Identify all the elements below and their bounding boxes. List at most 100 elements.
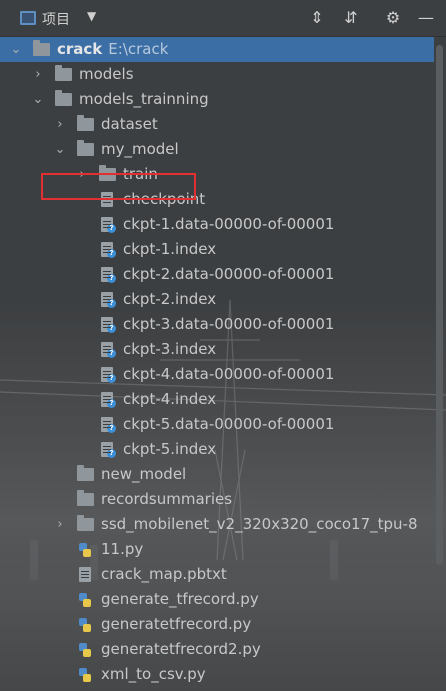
tree-row[interactable]: ? ckpt-3.index xyxy=(0,337,430,362)
unknown-file-icon: ? xyxy=(101,267,116,283)
tree-row[interactable]: recordsummaries xyxy=(0,487,430,512)
folder-icon xyxy=(77,490,94,506)
tree-row[interactable]: ? ckpt-4.index xyxy=(0,387,430,412)
tree-row[interactable]: ⌄ models_trainning xyxy=(0,87,430,112)
tree-row[interactable]: new_model xyxy=(0,462,430,487)
tree-row[interactable]: ? ckpt-4.data-00000-of-00001 xyxy=(0,362,430,387)
minimize-icon[interactable]: — xyxy=(416,8,436,28)
tree-item-label: ckpt-1.data-00000-of-00001 xyxy=(123,215,335,233)
tree-row[interactable]: › models xyxy=(0,62,430,87)
tree-item-label: recordsummaries xyxy=(101,490,233,508)
tree-row[interactable]: ? ckpt-2.data-00000-of-00001 xyxy=(0,262,430,287)
tree-item-label: my_model xyxy=(101,140,179,158)
tree-item-label: crack_map.pbtxt xyxy=(101,565,227,583)
tree-item-label: ckpt-5.index xyxy=(123,440,217,458)
project-tool-window: 项目 ▼ ⇕ ⇵ ⚙ — ⌄ crack E:\crack › models ⌄ mod… xyxy=(0,0,446,691)
unknown-file-icon: ? xyxy=(101,392,116,408)
tree-row[interactable]: ? ckpt-1.index xyxy=(0,237,430,262)
python-file-icon xyxy=(79,618,91,632)
tree-item-label: generatetfrecord2.py xyxy=(101,640,261,658)
tree-item-label: ckpt-3.index xyxy=(123,340,217,358)
text-file-icon xyxy=(79,567,91,582)
project-view-icon xyxy=(20,11,36,25)
question-badge-icon: ? xyxy=(107,324,116,333)
unknown-file-icon: ? xyxy=(101,217,116,233)
unknown-file-icon: ? xyxy=(101,342,116,358)
tree-item-label: ckpt-5.data-00000-of-00001 xyxy=(123,415,335,433)
question-badge-icon: ? xyxy=(107,449,116,458)
folder-icon xyxy=(77,515,94,531)
project-tree: ⌄ crack E:\crack › models ⌄ models_trainning… xyxy=(0,37,446,691)
unknown-file-icon: ? xyxy=(101,442,116,458)
tree-item-label: generate_tfrecord.py xyxy=(101,590,259,608)
tree-item-label: dataset xyxy=(101,115,158,133)
python-file-icon xyxy=(79,643,91,657)
chevron-right-icon[interactable]: › xyxy=(54,112,66,137)
tree-row[interactable]: generate_tfrecord.py xyxy=(0,587,430,612)
collapse-all-icon[interactable]: ⇵ xyxy=(341,8,361,28)
chevron-down-icon[interactable]: ⌄ xyxy=(54,137,66,162)
unknown-file-icon: ? xyxy=(101,292,116,308)
tree-item-label: models_trainning xyxy=(79,90,209,108)
tree-row[interactable]: generatetfrecord2.py xyxy=(0,637,430,662)
tree-item-label: models xyxy=(79,65,134,83)
tree-item-label: ckpt-4.data-00000-of-00001 xyxy=(123,365,335,383)
annotation-highlight-box xyxy=(41,173,196,200)
chevron-right-icon[interactable]: › xyxy=(54,512,66,537)
chevron-down-icon[interactable]: ⌄ xyxy=(32,87,44,112)
tree-row[interactable]: 11.py xyxy=(0,537,430,562)
unknown-file-icon: ? xyxy=(101,367,116,383)
tree-item-label: xml_to_csv.py xyxy=(101,665,206,683)
question-badge-icon: ? xyxy=(107,374,116,383)
tree-row[interactable]: ? ckpt-5.data-00000-of-00001 xyxy=(0,412,430,437)
tree-row[interactable]: generatetfrecord.py xyxy=(0,612,430,637)
folder-icon xyxy=(55,65,72,81)
tree-row[interactable]: ? ckpt-3.data-00000-of-00001 xyxy=(0,312,430,337)
unknown-file-icon: ? xyxy=(101,417,116,433)
tree-row[interactable]: crack_map.pbtxt xyxy=(0,562,430,587)
tree-item-label: ckpt-1.index xyxy=(123,240,217,258)
tree-item-label: ckpt-2.data-00000-of-00001 xyxy=(123,265,335,283)
tree-row[interactable]: ? ckpt-1.data-00000-of-00001 xyxy=(0,212,430,237)
tree-row[interactable]: › dataset xyxy=(0,112,430,137)
folder-icon xyxy=(77,115,94,131)
question-badge-icon: ? xyxy=(107,299,116,308)
tree-row[interactable]: ? ckpt-2.index xyxy=(0,287,430,312)
gear-icon[interactable]: ⚙ xyxy=(383,8,403,28)
tree-item-label: ssd_mobilenet_v2_320x320_coco17_tpu-8 xyxy=(101,515,418,533)
tree-row[interactable]: xml_to_csv.py xyxy=(0,662,430,687)
tree-item-label: ckpt-2.index xyxy=(123,290,217,308)
folder-icon xyxy=(77,465,94,481)
tree-item-label: 11.py xyxy=(101,540,144,558)
tree-item-label: generatetfrecord.py xyxy=(101,615,252,633)
python-file-icon xyxy=(79,593,91,607)
python-file-icon xyxy=(79,543,91,557)
unknown-file-icon: ? xyxy=(101,242,116,258)
tree-item-label: new_model xyxy=(101,465,187,483)
folder-icon xyxy=(55,90,72,106)
question-badge-icon: ? xyxy=(107,249,116,258)
folder-icon xyxy=(33,40,50,56)
view-mode-label[interactable]: 项目 xyxy=(42,9,70,29)
unknown-file-icon: ? xyxy=(101,317,116,333)
vertical-scrollbar[interactable] xyxy=(436,45,443,565)
question-badge-icon: ? xyxy=(107,349,116,358)
expand-all-icon[interactable]: ⇕ xyxy=(307,8,327,28)
python-file-icon xyxy=(79,668,91,682)
question-badge-icon: ? xyxy=(107,274,116,283)
folder-icon xyxy=(77,140,94,156)
tree-item-label: ckpt-4.index xyxy=(123,390,217,408)
question-badge-icon: ? xyxy=(107,424,116,433)
tool-window-header: 项目 ▼ ⇕ ⇵ ⚙ — xyxy=(0,0,446,37)
tree-item-label: ckpt-3.data-00000-of-00001 xyxy=(123,315,335,333)
chevron-right-icon[interactable]: › xyxy=(32,62,44,87)
tree-row[interactable]: ? ckpt-5.index xyxy=(0,437,430,462)
chevron-down-icon[interactable]: ⌄ xyxy=(10,37,22,62)
tree-row[interactable]: › ssd_mobilenet_v2_320x320_coco17_tpu-8 xyxy=(0,512,430,537)
chevron-down-icon[interactable]: ▼ xyxy=(87,9,96,23)
question-badge-icon: ? xyxy=(107,224,116,233)
tree-row-root[interactable]: ⌄ crack E:\crack xyxy=(0,37,434,62)
question-badge-icon: ? xyxy=(107,399,116,408)
tree-row[interactable]: ⌄ my_model xyxy=(0,137,430,162)
tree-root-label: crack E:\crack xyxy=(57,40,169,58)
